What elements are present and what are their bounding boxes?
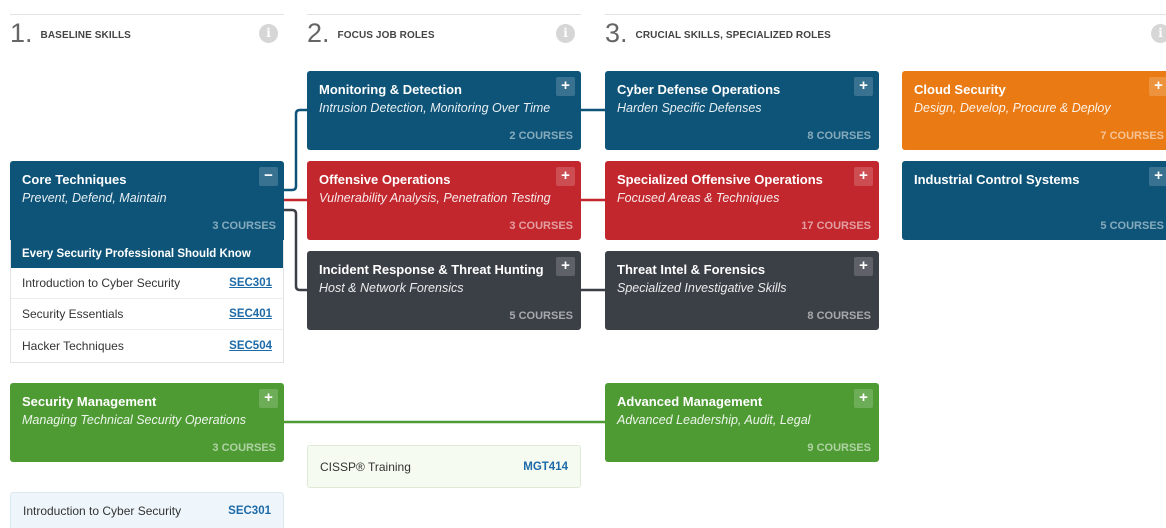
course-name: CISSP® Training	[320, 459, 411, 474]
course-code-link[interactable]: SEC301	[228, 505, 271, 517]
card-cloud-security[interactable]: Cloud Security Design, Develop, Procure …	[902, 71, 1166, 150]
expand-icon[interactable]: +	[1149, 77, 1166, 96]
info-icon[interactable]: i	[1151, 24, 1166, 43]
card-title: Security Management	[22, 394, 157, 409]
card-title: Advanced Management	[617, 394, 763, 409]
list-item[interactable]: Introduction to Cyber Security SEC301	[11, 268, 283, 299]
column-number: 1.	[10, 18, 33, 48]
card-subtitle: Focused Areas & Techniques	[617, 191, 780, 205]
course-code-link[interactable]: SEC401	[229, 308, 272, 320]
list-item[interactable]: Hacker Techniques SEC504	[11, 330, 283, 361]
card-title: Offensive Operations	[319, 172, 451, 187]
course-code-link[interactable]: MGT414	[523, 461, 568, 473]
course-count: 3 COURSES	[212, 220, 276, 232]
card-title: Core Techniques	[22, 172, 127, 187]
course-name: Introduction to Cyber Security	[23, 504, 182, 518]
card-advanced-management[interactable]: Advanced Management Advanced Leadership,…	[605, 383, 879, 462]
info-icon[interactable]: i	[259, 24, 278, 43]
course-count: 17 COURSES	[801, 220, 871, 232]
card-title: Cyber Defense Operations	[617, 82, 781, 97]
expand-icon[interactable]: +	[259, 389, 278, 408]
expand-icon[interactable]: +	[556, 77, 575, 96]
card-specialized-offensive-operations[interactable]: Specialized Offensive Operations Focused…	[605, 161, 879, 240]
card-title: Monitoring & Detection	[319, 82, 462, 97]
expand-icon[interactable]: +	[556, 257, 575, 276]
expand-icon[interactable]: +	[1149, 167, 1166, 186]
expand-icon[interactable]: +	[854, 167, 873, 186]
expand-icon[interactable]: +	[556, 167, 575, 186]
card-subtitle: Host & Network Forensics	[319, 281, 464, 295]
card-cyber-defense-operations[interactable]: Cyber Defense Operations Harden Specific…	[605, 71, 879, 150]
collapse-icon[interactable]: −	[259, 167, 278, 186]
card-title: Incident Response & Threat Hunting	[319, 262, 544, 277]
column-title: FOCUS JOB ROLES	[337, 30, 435, 41]
card-subtitle: Design, Develop, Procure & Deploy	[914, 101, 1111, 115]
course-name: Security Essentials	[22, 307, 124, 321]
card-core-techniques[interactable]: Core Techniques Prevent, Defend, Maintai…	[10, 161, 284, 240]
course-count: 3 COURSES	[212, 442, 276, 454]
card-subtitle: Harden Specific Defenses	[617, 101, 762, 115]
course-code-link[interactable]: SEC301	[229, 277, 272, 289]
expand-icon[interactable]: +	[854, 257, 873, 276]
expand-icon[interactable]: +	[854, 389, 873, 408]
course-intro-cyber-security[interactable]: Introduction to Cyber Security SEC301	[10, 492, 284, 528]
course-cissp-training[interactable]: CISSP® Training MGT414	[307, 445, 581, 488]
course-count: 7 COURSES	[1100, 130, 1164, 142]
card-subtitle: Intrusion Detection, Monitoring Over Tim…	[319, 101, 551, 115]
card-title: Specialized Offensive Operations	[617, 172, 823, 187]
card-security-management[interactable]: Security Management Managing Technical S…	[10, 383, 284, 462]
expand-icon[interactable]: +	[854, 77, 873, 96]
course-count: 9 COURSES	[807, 442, 871, 454]
connector-core-incident	[284, 208, 307, 292]
column-number: 2.	[307, 18, 330, 48]
connector-core-monitoring	[284, 108, 307, 192]
course-count: 5 COURSES	[1100, 220, 1164, 232]
card-subtitle: Advanced Leadership, Audit, Legal	[617, 413, 811, 427]
card-subtitle: Specialized Investigative Skills	[617, 281, 787, 295]
card-title: Cloud Security	[914, 82, 1006, 97]
card-threat-intel-forensics[interactable]: Threat Intel & Forensics Specialized Inv…	[605, 251, 879, 330]
column-title: CRUCIAL SKILLS, SPECIALIZED ROLES	[635, 30, 831, 41]
course-count: 8 COURSES	[807, 310, 871, 322]
course-count: 8 COURSES	[807, 130, 871, 142]
core-techniques-course-list: Every Security Professional Should Know …	[10, 240, 284, 363]
card-offensive-operations[interactable]: Offensive Operations Vulnerability Analy…	[307, 161, 581, 240]
course-name: Hacker Techniques	[22, 338, 124, 353]
column-number: 3.	[605, 18, 628, 48]
course-count: 3 COURSES	[509, 220, 573, 232]
card-subtitle: Prevent, Defend, Maintain	[22, 191, 167, 205]
course-name: Introduction to Cyber Security	[22, 276, 181, 290]
card-subtitle: Vulnerability Analysis, Penetration Test…	[319, 191, 551, 205]
column-header-focus: 2. FOCUS JOB ROLES i	[307, 14, 581, 52]
column-header-crucial: 3. CRUCIAL SKILLS, SPECIALIZED ROLES i	[605, 14, 1166, 52]
list-item[interactable]: Security Essentials SEC401	[11, 299, 283, 330]
card-industrial-control-systems[interactable]: Industrial Control Systems 5 COURSES +	[902, 161, 1166, 240]
column-header-baseline: 1. BASELINE SKILLS i	[10, 14, 284, 52]
card-subtitle: Managing Technical Security Operations	[22, 413, 246, 427]
card-incident-response[interactable]: Incident Response & Threat Hunting Host …	[307, 251, 581, 330]
course-code-link[interactable]: SEC504	[229, 340, 272, 352]
course-count: 2 COURSES	[509, 130, 573, 142]
course-count: 5 COURSES	[509, 310, 573, 322]
column-title: BASELINE SKILLS	[40, 30, 131, 41]
info-icon[interactable]: i	[556, 24, 575, 43]
card-title: Threat Intel & Forensics	[617, 262, 766, 277]
card-title: Industrial Control Systems	[914, 172, 1080, 187]
card-monitoring-detection[interactable]: Monitoring & Detection Intrusion Detecti…	[307, 71, 581, 150]
course-list-heading: Every Security Professional Should Know	[11, 240, 283, 268]
